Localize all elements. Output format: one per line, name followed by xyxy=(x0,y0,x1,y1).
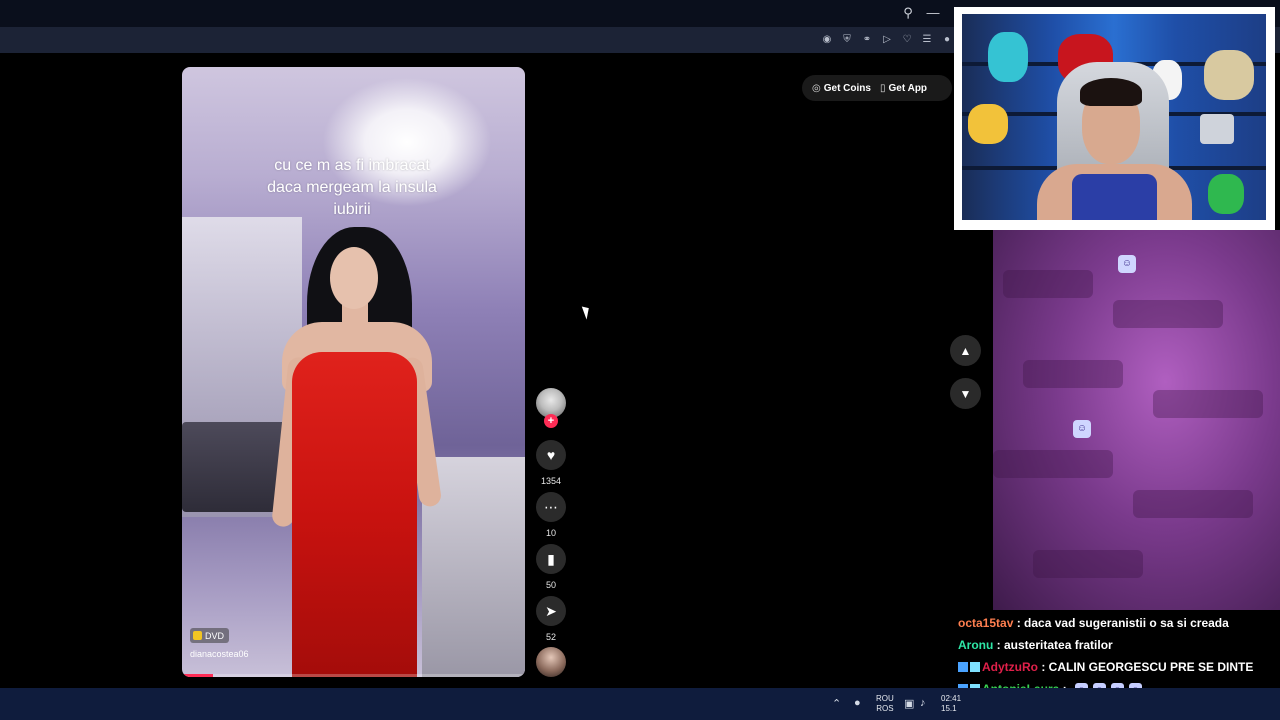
network-icon[interactable]: ▣ xyxy=(904,697,914,710)
camera-icon[interactable]: ◉ xyxy=(821,34,833,46)
clock-time: 02:41 xyxy=(941,694,962,703)
brick xyxy=(1153,390,1263,418)
taskbar: ⌃ ● ROU ROS ▣ ♪ 02:41 15.1 xyxy=(0,688,1280,720)
toy-figure xyxy=(968,104,1008,144)
chat-text: daca vad sugeranistii o sa si creada xyxy=(1024,616,1229,630)
brick xyxy=(1133,490,1253,518)
chat-separator: : xyxy=(993,638,1004,652)
chat-username[interactable]: Aronu xyxy=(958,638,993,652)
video-progress-fill xyxy=(182,674,213,677)
brick xyxy=(1003,270,1093,298)
chat-message: Aronu : austeritatea fratilor xyxy=(958,634,1280,656)
phone-icon: ▯ xyxy=(880,82,886,94)
video-tag[interactable]: DVD xyxy=(190,628,230,643)
brick xyxy=(1113,300,1223,328)
chat-separator: : xyxy=(1013,616,1025,630)
favorite-icon[interactable]: ♡ xyxy=(901,34,913,46)
emote-sticker: ☺ xyxy=(1118,255,1136,273)
chat-username[interactable]: octa15tav xyxy=(958,616,1013,630)
chat-badge-icon xyxy=(958,662,968,672)
chat-separator: : xyxy=(1038,660,1049,674)
chevron-up-icon[interactable]: ⌃ xyxy=(832,697,841,710)
person-shirt xyxy=(1072,174,1157,220)
clock-date: 15.1 xyxy=(941,704,957,713)
clock[interactable]: 02:41 15.1 xyxy=(941,694,961,714)
like-count: 1354 xyxy=(540,476,562,486)
save-count: 50 xyxy=(545,580,556,590)
webcam-feed xyxy=(962,14,1266,220)
language-indicator[interactable]: ROU ROS xyxy=(876,694,894,714)
comment-action[interactable]: ⋯ 10 xyxy=(536,492,566,538)
bookmark-icon[interactable]: ▮ xyxy=(536,544,566,574)
video-player[interactable]: cu ce m as fi imbracat daca mergeam la i… xyxy=(182,67,525,677)
emote-sticker: ☺ xyxy=(1073,420,1091,438)
microphone-icon[interactable]: ● xyxy=(854,697,861,709)
menu-icon[interactable]: ☰ xyxy=(921,34,933,46)
share-icon[interactable]: ➤ xyxy=(536,596,566,626)
share-count: 52 xyxy=(545,632,556,642)
video-progress-bar[interactable] xyxy=(182,674,525,677)
brick xyxy=(1033,550,1143,578)
tag-icon xyxy=(193,631,202,640)
heart-icon[interactable]: ♥ xyxy=(536,440,566,470)
sound-avatar[interactable] xyxy=(536,647,566,677)
stream-background xyxy=(993,230,1280,610)
chat-username[interactable]: AdytzuRo xyxy=(982,660,1038,674)
toy-figure xyxy=(1204,50,1254,100)
get-coins-button[interactable]: ◎ Get Coins xyxy=(812,81,871,95)
chevron-down-icon[interactable]: ▼ xyxy=(950,378,981,409)
video-author[interactable]: dianacostea06 xyxy=(190,649,249,659)
get-app-button[interactable]: ▯ Get App xyxy=(880,81,927,95)
profile-icon[interactable]: ● xyxy=(941,34,953,46)
person-hair xyxy=(1080,78,1142,106)
shield-icon[interactable]: ⛨ xyxy=(841,34,853,46)
vpn-icon[interactable]: ⚭ xyxy=(861,34,873,46)
brick xyxy=(1023,360,1123,388)
minimize-icon[interactable]: — xyxy=(925,5,941,21)
get-app-label: Get App xyxy=(888,82,928,94)
coin-icon: ◎ xyxy=(812,82,821,94)
mouse-cursor xyxy=(581,304,593,320)
play-icon[interactable]: ▷ xyxy=(881,34,893,46)
language-line1: ROU xyxy=(876,694,894,703)
chat-text: CALIN GEORGESCU PRE SE DINTE xyxy=(1048,660,1254,674)
get-coins-label: Get Coins xyxy=(823,82,871,94)
speaker-icon[interactable]: ♪ xyxy=(920,697,926,709)
video-caption: cu ce m as fi imbracat daca mergeam la i… xyxy=(267,157,437,218)
language-line2: ROS xyxy=(876,704,894,713)
chat-text: austeritatea fratilor xyxy=(1004,638,1113,652)
play-button-award xyxy=(1200,114,1234,144)
comment-count: 10 xyxy=(545,528,556,538)
person-face xyxy=(330,247,378,309)
red-dress xyxy=(292,352,417,677)
toy-figure xyxy=(1208,174,1244,214)
comment-icon[interactable]: ⋯ xyxy=(536,492,566,522)
chevron-up-icon[interactable]: ▲ xyxy=(950,335,981,366)
chat-message: octa15tav : daca vad sugeranistii o sa s… xyxy=(958,612,1280,634)
toy-figure xyxy=(988,32,1028,82)
share-action[interactable]: ➤ 52 xyxy=(536,596,566,642)
search-icon[interactable]: ⚲ xyxy=(900,5,916,21)
video-tag-label: DVD xyxy=(205,630,225,641)
like-action[interactable]: ♥ 1354 xyxy=(536,440,566,486)
chat-badge-icon xyxy=(970,662,980,672)
brick xyxy=(993,450,1113,478)
follow-button[interactable]: + xyxy=(544,414,558,428)
chat-message: AdytzuRo : CALIN GEORGESCU PRE SE DINTE xyxy=(958,656,1280,678)
save-action[interactable]: ▮ 50 xyxy=(536,544,566,590)
